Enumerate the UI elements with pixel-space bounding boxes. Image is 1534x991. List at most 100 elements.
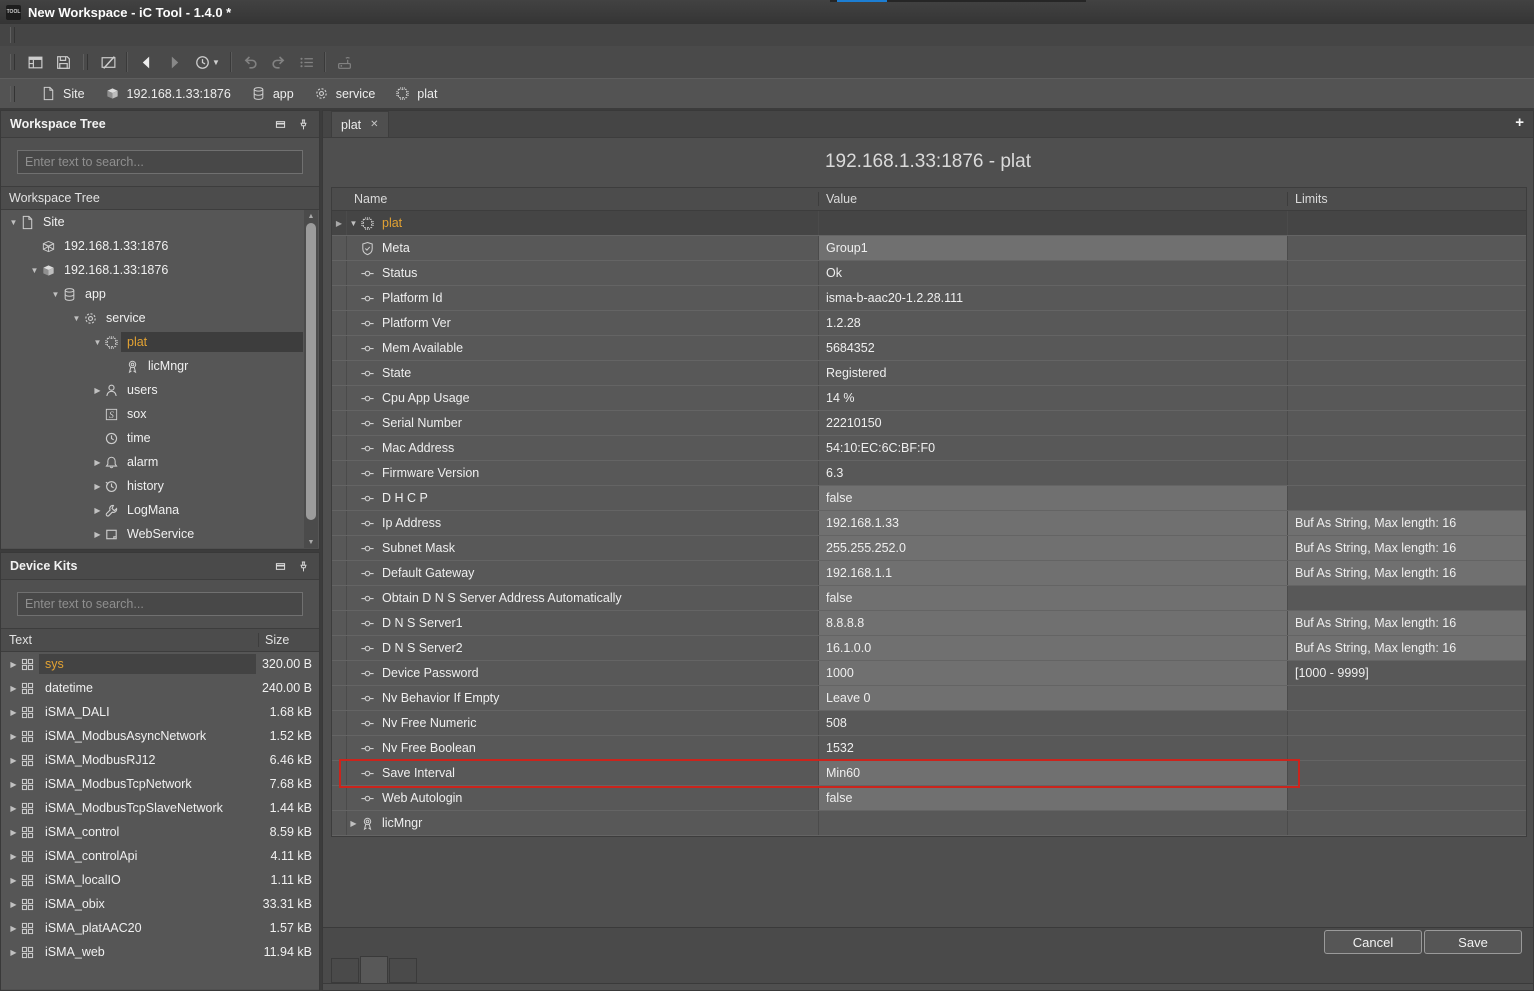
tree-item[interactable]: ▼ Site (1, 210, 319, 234)
breadcrumb-item[interactable]: plat (395, 86, 437, 101)
column-value[interactable]: Value (819, 192, 1288, 206)
property-row[interactable]: Obtain D N S Server Address Automaticall… (332, 586, 1526, 611)
value-cell[interactable]: 1532 (819, 736, 1288, 760)
tree-item[interactable]: ▶ alarm (1, 450, 319, 474)
expander-icon[interactable]: ▶ (7, 828, 20, 837)
property-row[interactable]: Firmware Version 6.3 (332, 461, 1526, 486)
expander-icon[interactable]: ▶ (7, 948, 20, 957)
value-cell[interactable]: Ok (819, 261, 1288, 285)
expander-icon[interactable]: ▶ (91, 506, 104, 515)
expander-icon[interactable]: ▶ (91, 386, 104, 395)
column-size[interactable]: Size (258, 633, 319, 647)
breadcrumb-item[interactable]: service (314, 86, 376, 101)
value-cell[interactable]: 192.168.1.33 (819, 511, 1288, 535)
value-cell[interactable]: Min60 (819, 761, 1288, 785)
tab-plat[interactable]: plat ✕ (331, 111, 389, 137)
edit-sheet-button[interactable] (94, 49, 122, 75)
property-row[interactable]: Save Interval Min60 (332, 761, 1526, 786)
kit-row[interactable]: ▶ iSMA_obix 33.31 kB (1, 892, 319, 916)
kit-row[interactable]: ▶ iSMA_ModbusTcpSlaveNetwork 1.44 kB (1, 796, 319, 820)
value-cell[interactable]: false (819, 586, 1288, 610)
property-row[interactable]: State Registered (332, 361, 1526, 386)
cancel-button[interactable]: Cancel (1324, 930, 1422, 954)
history-nav-button[interactable]: ▼ (188, 49, 226, 75)
tree-item[interactable]: ▶ users (1, 378, 319, 402)
expander-icon[interactable]: ▶ (7, 708, 20, 717)
kit-row[interactable]: ▶ iSMA_web 11.94 kB (1, 940, 319, 964)
undo-button[interactable] (236, 49, 264, 75)
expander-icon[interactable]: ▶ (7, 684, 20, 693)
property-row[interactable]: Mac Address 54:10:EC:6C:BF:F0 (332, 436, 1526, 461)
redo-button[interactable] (264, 49, 292, 75)
property-row[interactable]: Web Autologin false (332, 786, 1526, 811)
menu-item[interactable] (43, 33, 65, 37)
breadcrumb-item[interactable]: app (251, 86, 294, 101)
menu-item[interactable] (65, 33, 87, 37)
expander-icon[interactable]: ▼ (91, 338, 104, 347)
forward-button[interactable] (160, 49, 188, 75)
list-button[interactable] (292, 49, 320, 75)
device-kits-column-header[interactable]: Text Size (1, 628, 319, 652)
device-kits-search-input[interactable] (17, 592, 303, 616)
expander-icon[interactable]: ▶ (7, 852, 20, 861)
value-cell[interactable]: Registered (819, 361, 1288, 385)
property-row[interactable]: Status Ok (332, 261, 1526, 286)
sheet-tab[interactable] (389, 958, 417, 983)
column-text[interactable]: Text (1, 633, 258, 647)
expander-icon[interactable]: ▶ (91, 482, 104, 491)
pin-icon[interactable] (297, 560, 310, 573)
expander-icon[interactable]: ▶ (7, 804, 20, 813)
pin-icon[interactable] (297, 118, 310, 131)
expander-icon[interactable]: ▶ (7, 756, 20, 765)
value-cell[interactable]: false (819, 786, 1288, 810)
menu-item[interactable] (21, 33, 43, 37)
property-row[interactable]: D N S Server2 16.1.0.0 Buf As String, Ma… (332, 636, 1526, 661)
expander-icon[interactable]: ▼ (70, 314, 83, 323)
property-row[interactable]: Platform Id isma-b-aac20-1.2.28.111 (332, 286, 1526, 311)
property-row[interactable]: D H C P false (332, 486, 1526, 511)
value-cell[interactable]: Leave 0 (819, 686, 1288, 710)
kit-row[interactable]: ▶ iSMA_control 8.59 kB (1, 820, 319, 844)
expander-icon[interactable]: ▶ (347, 819, 360, 828)
value-cell[interactable]: 5684352 (819, 336, 1288, 360)
expander-icon[interactable]: ▶ (7, 924, 20, 933)
value-cell[interactable] (819, 811, 1288, 835)
property-row[interactable]: D N S Server1 8.8.8.8 Buf As String, Max… (332, 611, 1526, 636)
workspace-tree-search-input[interactable] (17, 150, 303, 174)
value-cell[interactable]: false (819, 486, 1288, 510)
kit-row[interactable]: ▶ datetime 240.00 B (1, 676, 319, 700)
layout-button[interactable] (21, 49, 49, 75)
expander-icon[interactable]: ▶ (7, 876, 20, 885)
kit-row[interactable]: ▶ iSMA_ModbusTcpNetwork 7.68 kB (1, 772, 319, 796)
value-cell[interactable]: 1.2.28 (819, 311, 1288, 335)
property-row[interactable]: Meta Group1 (332, 236, 1526, 261)
expander-icon[interactable]: ▶ (7, 732, 20, 741)
tree-item[interactable]: licMngr (1, 354, 319, 378)
expander-icon[interactable]: ▶ (7, 900, 20, 909)
tree-scrollbar[interactable]: ▲ ▼ (304, 210, 318, 548)
value-cell[interactable]: Group1 (819, 236, 1288, 260)
column-name[interactable]: Name (347, 192, 819, 206)
kit-row[interactable]: ▶ iSMA_ModbusAsyncNetwork 1.52 kB (1, 724, 319, 748)
expander-icon[interactable]: ▶ (91, 530, 104, 539)
expander-icon[interactable]: ▼ (347, 219, 360, 228)
sheet-tab[interactable] (331, 958, 359, 983)
float-panel-icon[interactable] (274, 118, 287, 131)
add-tab-button[interactable]: + (1515, 114, 1524, 131)
tree-item[interactable]: ▶ LogMana (1, 498, 319, 522)
property-row[interactable]: Nv Behavior If Empty Leave 0 (332, 686, 1526, 711)
breadcrumb-item[interactable]: 192.168.1.33:1876 (105, 86, 231, 101)
kit-row[interactable]: ▶ iSMA_platAAC20 1.57 kB (1, 916, 319, 940)
value-cell[interactable]: 255.255.252.0 (819, 536, 1288, 560)
scrollbar-thumb[interactable] (306, 223, 316, 520)
property-row[interactable]: Subnet Mask 255.255.252.0 Buf As String,… (332, 536, 1526, 561)
device-button[interactable] (330, 49, 358, 75)
value-cell[interactable]: 22210150 (819, 411, 1288, 435)
property-row[interactable]: Cpu App Usage 14 % (332, 386, 1526, 411)
property-row[interactable]: Ip Address 192.168.1.33 Buf As String, M… (332, 511, 1526, 536)
tree-item[interactable]: 192.168.1.33:1876 (1, 234, 319, 258)
tree-item[interactable]: ▼ 192.168.1.33:1876 (1, 258, 319, 282)
kit-row[interactable]: ▶ iSMA_controlApi 4.11 kB (1, 844, 319, 868)
value-cell[interactable]: 54:10:EC:6C:BF:F0 (819, 436, 1288, 460)
tree-item[interactable]: ▼ plat (1, 330, 319, 354)
